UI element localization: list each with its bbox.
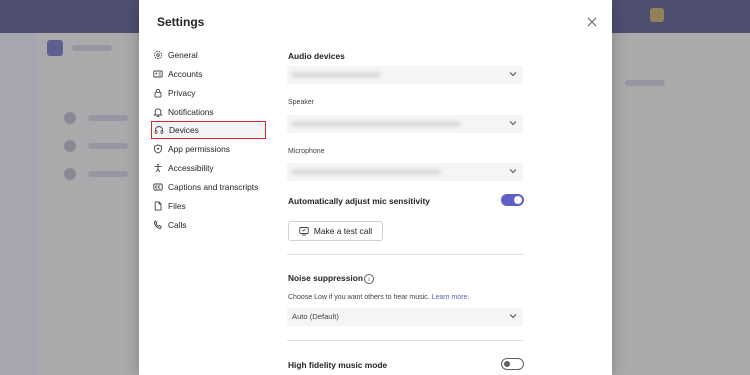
nav-label: App permissions [168, 143, 230, 154]
nav-label: General [168, 49, 198, 60]
section-divider [287, 254, 524, 255]
shield-icon [153, 143, 163, 154]
nav-item-accounts[interactable]: Accounts [153, 65, 265, 82]
bell-icon [153, 107, 163, 117]
redacted-value [291, 72, 381, 78]
nav-label: Captions and transcripts [168, 181, 259, 192]
speaker-dropdown[interactable] [287, 115, 523, 133]
close-icon [587, 17, 597, 27]
dialog-title: Settings [157, 15, 205, 29]
close-button[interactable] [584, 14, 600, 30]
nav-label: Files [168, 200, 186, 211]
chevron-down-icon [509, 121, 517, 126]
nav-item-captions[interactable]: Captions and transcripts [153, 178, 265, 195]
captions-icon [153, 182, 163, 192]
file-icon [153, 200, 163, 211]
nav-label: Privacy [168, 87, 196, 98]
section-divider [287, 340, 524, 341]
chevron-down-icon [509, 72, 517, 77]
microphone-label: Microphone [288, 148, 325, 155]
hifi-music-toggle[interactable] [501, 358, 524, 370]
noise-suppression-title: Noise suppression [288, 273, 363, 283]
microphone-dropdown[interactable] [287, 163, 523, 181]
test-call-icon [299, 227, 309, 236]
speaker-label: Speaker [288, 99, 315, 106]
nav-item-privacy[interactable]: Privacy [153, 84, 265, 101]
nav-label: Notifications [168, 106, 214, 117]
gear-icon [153, 50, 163, 60]
nav-item-app-permissions[interactable]: App permissions [153, 140, 265, 157]
nav-item-accessibility[interactable]: Accessibility [153, 159, 265, 176]
info-icon[interactable]: i [364, 274, 374, 284]
noise-help-text: Choose Low if you want others to hear mu… [288, 294, 469, 301]
phone-icon [153, 219, 163, 230]
settings-dialog: Settings General Accounts Privacy Notifi… [139, 0, 612, 375]
audio-devices-title: Audio devices [288, 51, 345, 61]
toggle-knob [514, 196, 522, 204]
toggle-knob [504, 361, 510, 367]
redacted-value [291, 121, 461, 127]
nav-item-notifications[interactable]: Notifications [153, 103, 265, 120]
nav-label: Calls [168, 219, 187, 230]
lock-icon [153, 88, 163, 98]
audio-device-dropdown[interactable] [287, 66, 523, 84]
accessibility-icon [153, 163, 163, 173]
nav-label: Devices [169, 125, 199, 135]
nav-item-files[interactable]: Files [153, 197, 265, 214]
id-card-icon [153, 69, 163, 79]
headset-icon [154, 125, 164, 135]
hifi-music-label: High fidelity music mode [288, 360, 388, 370]
nav-item-calls[interactable]: Calls [153, 216, 265, 233]
chevron-down-icon [509, 314, 517, 319]
nav-label: Accounts [168, 68, 203, 79]
noise-help-description: Choose Low if you want others to hear mu… [288, 294, 430, 301]
nav-item-general[interactable]: General [153, 46, 265, 63]
auto-adjust-toggle[interactable] [501, 194, 524, 206]
noise-suppression-value: Auto (Default) [292, 312, 339, 321]
noise-suppression-dropdown[interactable]: Auto (Default) [287, 308, 523, 326]
redacted-value [291, 169, 441, 175]
nav-item-devices[interactable]: Devices [151, 121, 266, 139]
test-call-button[interactable]: Make a test call [288, 221, 383, 241]
chevron-down-icon [509, 169, 517, 174]
test-call-label: Make a test call [313, 226, 373, 236]
nav-label: Accessibility [168, 162, 214, 173]
learn-more-link[interactable]: Learn more. [432, 294, 470, 301]
auto-adjust-label: Automatically adjust mic sensitivity [288, 196, 430, 206]
